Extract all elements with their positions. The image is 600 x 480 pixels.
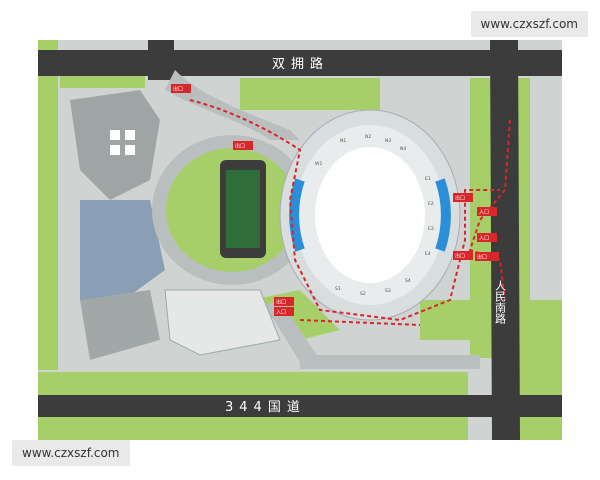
gate-marker: 出口 xyxy=(274,297,294,306)
south-road-label: 344国道 xyxy=(225,400,306,415)
section-label: S1 xyxy=(335,286,341,292)
section-label: S4 xyxy=(405,278,411,284)
gate-label: 出口 xyxy=(455,253,465,260)
main-stadium: N1 N2 N3 N4 S1 S2 S3 S4 W1 E1 E2 E3 E4 xyxy=(279,109,461,321)
gate-marker: 出口 xyxy=(475,252,499,261)
section-label: N1 xyxy=(340,138,346,144)
section-label: E2 xyxy=(428,201,434,207)
gate-label: 入口 xyxy=(479,236,489,242)
section-label: N2 xyxy=(365,134,371,140)
gate-label: 出口 xyxy=(276,299,286,306)
gate-marker: 出口 xyxy=(453,193,473,202)
watermark-bottom: www.czxszf.com xyxy=(12,440,130,466)
gate-marker: 出口 xyxy=(233,141,253,150)
section-label: W1 xyxy=(315,161,322,167)
stadium-area-map: N1 N2 N3 N4 S1 S2 S3 S4 W1 E1 E2 E3 E4 出… xyxy=(38,40,562,440)
watermark-top: www.czxszf.com xyxy=(470,11,588,37)
gate-label: 入口 xyxy=(276,310,286,316)
gate-label: 入口 xyxy=(479,210,489,216)
section-label: N3 xyxy=(385,138,391,144)
section-label: E4 xyxy=(425,251,431,257)
section-label: S2 xyxy=(360,291,366,297)
gate-label: 出口 xyxy=(235,143,245,150)
gate-label: 出口 xyxy=(173,86,183,93)
section-label: E1 xyxy=(425,176,431,182)
gate-marker: 出口 xyxy=(171,84,191,93)
gate-label: 出口 xyxy=(477,254,487,261)
gate-marker: 入口 xyxy=(477,233,497,242)
section-label: S3 xyxy=(385,288,391,294)
section-label: N4 xyxy=(400,146,406,152)
gate-marker: 入口 xyxy=(477,207,497,216)
gate-marker: 出口 xyxy=(453,251,473,260)
gate-label: 出口 xyxy=(455,195,465,202)
east-road-label: 人民南路 xyxy=(494,280,507,325)
north-road-label: 双拥路 xyxy=(272,56,329,72)
gate-marker: 入口 xyxy=(274,307,294,316)
section-label: E3 xyxy=(428,226,434,232)
